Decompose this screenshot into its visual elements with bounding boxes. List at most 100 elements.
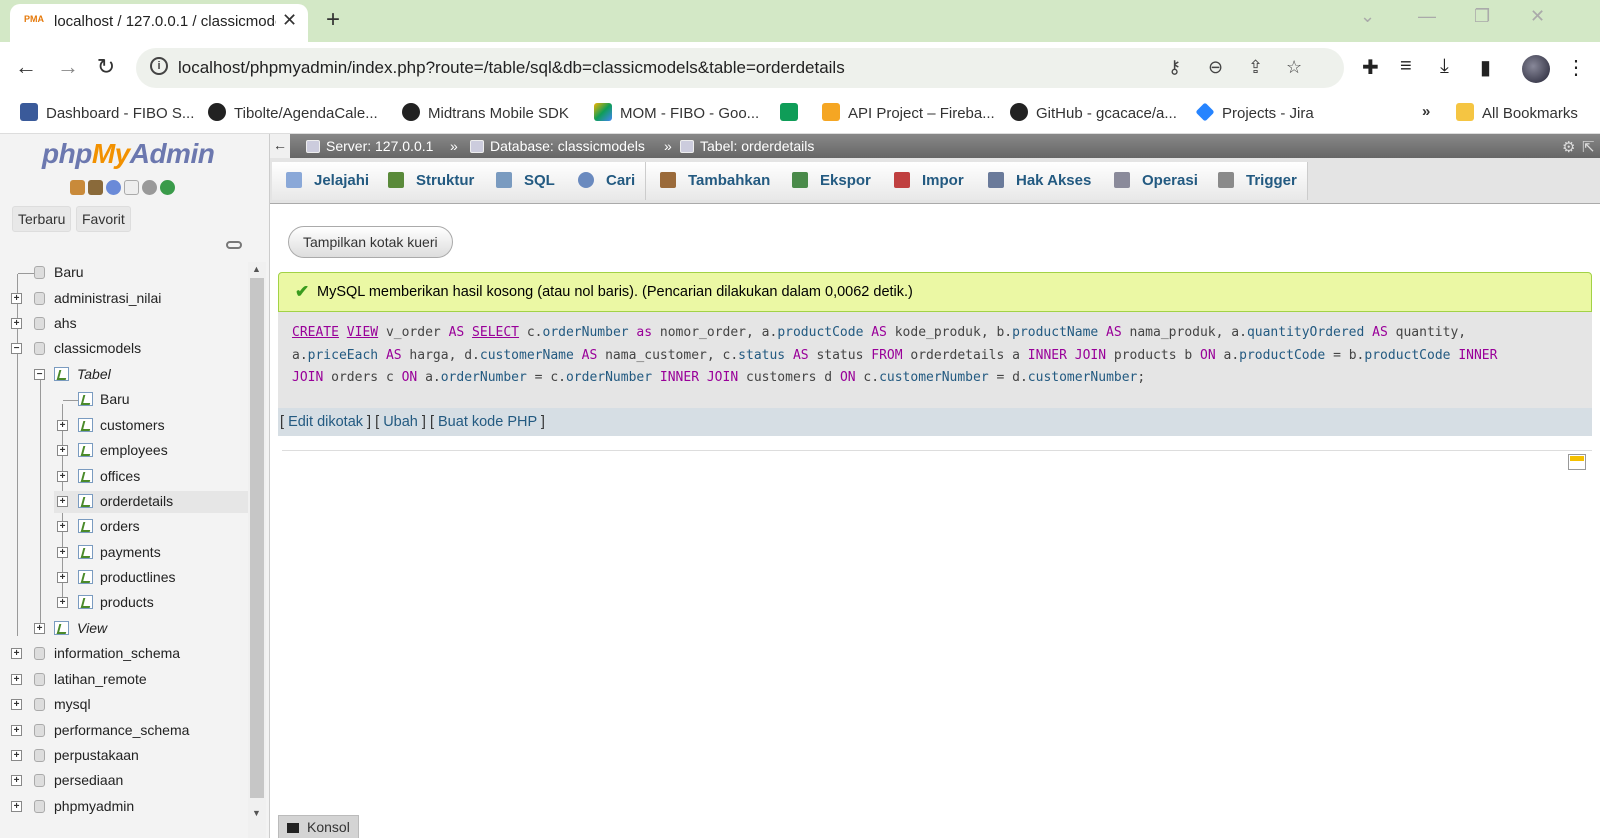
tree-db-item[interactable]: + persediaan xyxy=(0,770,248,792)
expand-icon[interactable]: + xyxy=(57,496,68,507)
breadcrumb-database[interactable]: Database: classicmodels xyxy=(470,138,645,154)
scroll-up-icon[interactable]: ▲ xyxy=(252,264,261,274)
expand-icon[interactable]: + xyxy=(57,521,68,532)
expand-icon[interactable]: + xyxy=(57,471,68,482)
forward-icon[interactable]: → xyxy=(54,54,82,80)
bookmark-item[interactable]: GitHub - gcacace/a... xyxy=(1010,103,1177,122)
expand-icon[interactable]: + xyxy=(57,597,68,608)
restore-icon[interactable]: ❐ xyxy=(1474,6,1490,27)
tree-table-item[interactable]: + customers xyxy=(0,415,248,437)
expand-icon[interactable]: + xyxy=(57,547,68,558)
tree-db-classicmodels[interactable]: − classicmodels xyxy=(0,338,248,360)
bookmark-item[interactable]: API Project – Fireba... xyxy=(822,103,995,122)
collapse-nav-icon[interactable]: ← xyxy=(270,134,290,158)
bookmark-query-icon[interactable] xyxy=(1568,454,1586,470)
show-query-box-button[interactable]: Tampilkan kotak kueri xyxy=(288,226,453,258)
help-icon[interactable] xyxy=(106,180,121,195)
tree-table-item[interactable]: + orders xyxy=(0,516,248,538)
phpmyadmin-logo[interactable]: phpMyAdmin xyxy=(42,138,215,170)
password-key-icon[interactable]: ⚷ xyxy=(1168,57,1181,78)
expand-icon[interactable]: + xyxy=(11,699,22,710)
all-bookmarks-button[interactable]: All Bookmarks xyxy=(1456,103,1578,122)
expand-icon[interactable]: + xyxy=(11,750,22,761)
menu-icon[interactable]: ⋮ xyxy=(1566,55,1586,80)
tree-tables-group[interactable]: − Tabel xyxy=(0,364,248,386)
tab-trigger[interactable]: Trigger xyxy=(1204,162,1308,200)
tab-browse[interactable]: Jelajahi xyxy=(272,162,381,200)
expand-icon[interactable]: + xyxy=(11,775,22,786)
expand-icon[interactable]: + xyxy=(11,293,22,304)
tree-views-group[interactable]: + View xyxy=(0,618,248,640)
expand-icon[interactable]: + xyxy=(11,318,22,329)
tree-db-item[interactable]: + administrasi_nilai xyxy=(0,288,248,310)
bookmark-item[interactable]: Projects - Jira xyxy=(1195,102,1314,122)
expand-icon[interactable]: + xyxy=(11,674,22,685)
expand-icon[interactable]: + xyxy=(11,725,22,736)
expand-icon[interactable]: + xyxy=(34,623,45,634)
zoom-icon[interactable]: ⊖ xyxy=(1208,57,1223,78)
expand-icon[interactable]: + xyxy=(11,801,22,812)
create-php-code-link[interactable]: Buat kode PHP xyxy=(438,414,537,430)
expand-icon[interactable]: + xyxy=(57,572,68,583)
tree-table-item[interactable]: + products xyxy=(0,592,248,614)
reload-icon[interactable]: ↻ xyxy=(92,54,120,80)
bookmark-item[interactable]: Tibolte/AgendaCale... xyxy=(208,103,378,122)
tree-db-item[interactable]: + phpmyadmin xyxy=(0,796,248,818)
new-tab-button[interactable]: + xyxy=(326,6,340,34)
scroll-down-icon[interactable]: ▼ xyxy=(252,808,261,818)
tree-table-item-selected[interactable]: + orderdetails xyxy=(54,491,248,513)
more-bookmarks-button[interactable]: » xyxy=(1422,103,1430,120)
breadcrumb-table[interactable]: Tabel: orderdetails xyxy=(680,138,814,154)
home-icon[interactable] xyxy=(70,180,85,195)
back-icon[interactable]: ← xyxy=(12,54,40,80)
reload-nav-icon[interactable] xyxy=(160,180,175,195)
tab-search[interactable]: Cari xyxy=(564,162,647,200)
collapse-icon[interactable]: − xyxy=(34,369,45,380)
settings-icon[interactable] xyxy=(142,180,157,195)
tab-sql[interactable]: SQL xyxy=(482,162,566,200)
tree-db-item[interactable]: + ahs xyxy=(0,313,248,335)
breadcrumb-server[interactable]: Server: 127.0.0.1 xyxy=(306,138,433,154)
tree-db-item[interactable]: + mysql xyxy=(0,694,248,716)
close-window-icon[interactable]: ✕ xyxy=(1530,6,1545,27)
tab-privileges[interactable]: Hak Akses xyxy=(974,162,1103,200)
tab-import[interactable]: Impor xyxy=(880,162,975,200)
link-with-main-icon[interactable] xyxy=(226,241,242,249)
tree-new-database[interactable]: Baru xyxy=(0,262,248,284)
address-bar[interactable]: i localhost/phpmyadmin/index.php?route=/… xyxy=(136,48,1344,88)
expand-icon[interactable]: + xyxy=(57,445,68,456)
site-info-icon[interactable]: i xyxy=(150,57,168,75)
tree-new-table[interactable]: Baru xyxy=(0,389,248,411)
edit-inline-link[interactable]: Edit dikotak xyxy=(288,414,363,430)
tree-db-item[interactable]: + information_schema xyxy=(0,643,248,665)
bookmark-item[interactable]: MOM - FIBO - Goo... xyxy=(594,103,759,122)
bookmark-star-icon[interactable]: ☆ xyxy=(1286,57,1302,78)
tree-db-item[interactable]: + performance_schema xyxy=(0,720,248,742)
tree-db-item[interactable]: + latihan_remote xyxy=(0,669,248,691)
docs-icon[interactable] xyxy=(124,180,139,195)
expand-icon[interactable]: + xyxy=(11,648,22,659)
share-icon[interactable]: ⇪ xyxy=(1248,57,1263,78)
edit-link[interactable]: Ubah xyxy=(383,414,418,430)
tree-table-item[interactable]: + employees xyxy=(0,440,248,462)
bookmark-item[interactable] xyxy=(780,103,806,122)
tab-export[interactable]: Ekspor xyxy=(778,162,882,200)
url-text[interactable]: localhost/phpmyadmin/index.php?route=/ta… xyxy=(178,58,845,78)
tab-operations[interactable]: Operasi xyxy=(1100,162,1209,200)
tree-db-item[interactable]: + perpustakaan xyxy=(0,745,248,767)
settings-gear-icon[interactable]: ⚙ xyxy=(1562,138,1575,156)
browser-tab[interactable]: PMA localhost / 127.0.0.1 / classicmodel… xyxy=(10,4,308,42)
collapse-top-icon[interactable]: ⇱ xyxy=(1582,138,1595,156)
bookmark-item[interactable]: Dashboard - FIBO S... xyxy=(20,103,194,122)
scrollbar-thumb[interactable] xyxy=(250,278,264,798)
close-tab-icon[interactable]: ✕ xyxy=(282,10,297,31)
recent-tab[interactable]: Terbaru xyxy=(12,206,72,232)
tree-table-item[interactable]: + payments xyxy=(0,542,248,564)
bookmark-item[interactable]: Midtrans Mobile SDK xyxy=(402,103,569,122)
tab-search-icon[interactable]: ⌄ xyxy=(1360,6,1375,27)
nav-scrollbar[interactable]: ▲ ▼ xyxy=(248,262,266,838)
media-control-icon[interactable]: ≡ xyxy=(1400,55,1412,78)
tree-table-item[interactable]: + productlines xyxy=(0,567,248,589)
tab-insert[interactable]: Tambahkan xyxy=(646,162,782,200)
extensions-icon[interactable]: ✚ xyxy=(1362,55,1379,80)
